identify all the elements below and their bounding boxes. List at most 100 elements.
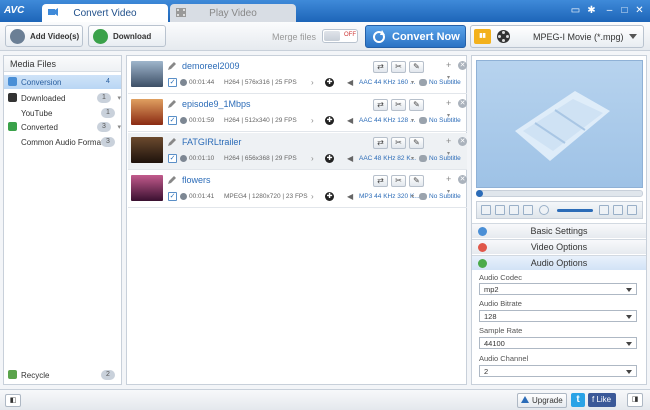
add-icon[interactable]: + — [446, 174, 451, 184]
file-row[interactable]: FATGIRLtrailer ✓ 00:01:10 H264 | 656x368… — [128, 133, 467, 170]
chevron-down-icon[interactable]: ▾ — [117, 94, 121, 102]
trim-button[interactable]: ✂ — [391, 61, 406, 73]
stop-icon[interactable] — [495, 205, 505, 215]
twitter-icon[interactable]: t — [571, 393, 585, 407]
chevron-down-icon[interactable]: ▾ — [447, 188, 450, 195]
layout-toggle-icon[interactable]: ◨ — [627, 393, 643, 407]
chevron-down-icon[interactable]: ▾ — [411, 193, 414, 200]
trim-button[interactable]: ✂ — [391, 175, 406, 187]
file-checkbox[interactable]: ✓ — [168, 192, 177, 201]
volume-slider[interactable] — [557, 209, 593, 212]
sidebar-item-youtube[interactable]: YouTube 1 — [4, 106, 121, 120]
chevron-down-icon[interactable]: ▾ — [447, 150, 450, 157]
sidebar-item-converted[interactable]: Converted 3 ▾ — [4, 120, 121, 134]
add-icon[interactable]: + — [446, 98, 451, 108]
chat-icon[interactable]: ▭ — [570, 5, 581, 16]
settings-button[interactable]: ✎ — [409, 137, 424, 149]
convert-file-button[interactable]: ⇄ — [373, 99, 388, 111]
file-name[interactable]: demoreel2009 — [182, 61, 240, 71]
chevron-down-icon[interactable]: ▾ — [447, 74, 450, 81]
seek-handle[interactable] — [476, 190, 483, 197]
convert-now-button[interactable]: Convert Now — [365, 25, 466, 48]
edit-icon[interactable] — [168, 100, 176, 108]
prev-frame-icon[interactable] — [509, 205, 519, 215]
sidebar-item-downloaded[interactable]: Downloaded 1 ▾ — [4, 91, 121, 105]
sidebar-item-recycle[interactable]: Recycle 2 — [4, 368, 121, 382]
audio-options-header[interactable]: Audio Options — [472, 255, 646, 270]
volume-icon[interactable] — [539, 205, 549, 215]
audio-track-select[interactable]: AAC 44 KHz 160 ... — [359, 79, 415, 86]
subtitle-select[interactable]: No Subtitle — [429, 117, 461, 124]
seek-bar[interactable] — [476, 190, 643, 197]
edit-icon[interactable] — [168, 138, 176, 146]
tab-convert-video[interactable]: Convert Video — [42, 4, 168, 22]
chevron-down-icon[interactable]: ▾ — [447, 112, 450, 119]
video-thumbnail[interactable] — [131, 61, 163, 87]
trim-button[interactable]: ✂ — [391, 137, 406, 149]
maximize-icon[interactable]: □ — [619, 5, 630, 16]
video-thumbnail[interactable] — [131, 175, 163, 201]
upgrade-button[interactable]: Upgrade — [517, 393, 567, 408]
file-name[interactable]: FATGIRLtrailer — [182, 137, 241, 147]
merge-toggle[interactable]: OFF — [322, 29, 358, 43]
remove-icon[interactable]: ✕ — [458, 175, 467, 184]
sample-rate-select[interactable]: 44100 — [479, 337, 637, 349]
remove-icon[interactable]: ✕ — [458, 99, 467, 108]
effects-icon[interactable]: ✚ — [325, 192, 334, 201]
subtitle-select[interactable]: No Subtitle — [429, 79, 461, 86]
file-name[interactable]: episode9_1Mbps — [182, 99, 251, 109]
gear-icon[interactable]: ✱ — [586, 5, 597, 16]
edit-icon[interactable] — [168, 62, 176, 70]
edit-icon[interactable] — [168, 176, 176, 184]
facebook-like-button[interactable]: f Like — [588, 393, 616, 407]
add-icon[interactable]: + — [446, 136, 451, 146]
trim-button[interactable]: ✂ — [391, 99, 406, 111]
convert-file-button[interactable]: ⇄ — [373, 175, 388, 187]
toggle-sidebar-icon[interactable]: ◧ — [5, 394, 21, 407]
convert-file-button[interactable]: ⇄ — [373, 61, 388, 73]
file-name[interactable]: flowers — [182, 175, 211, 185]
tab-play-video[interactable]: Play Video — [170, 4, 296, 22]
file-checkbox[interactable]: ✓ — [168, 116, 177, 125]
effects-icon[interactable]: ✚ — [325, 78, 334, 87]
settings-button[interactable]: ✎ — [409, 99, 424, 111]
audio-channel-select[interactable]: 2 — [479, 365, 637, 377]
settings-button[interactable]: ✎ — [409, 61, 424, 73]
close-icon[interactable]: ✕ — [634, 5, 645, 16]
video-thumbnail[interactable] — [131, 137, 163, 163]
chevron-down-icon[interactable]: ▾ — [411, 117, 414, 124]
minimize-icon[interactable]: – — [604, 5, 615, 16]
sidebar-item-conversion[interactable]: Conversion 4 — [4, 75, 121, 89]
remove-icon[interactable]: ✕ — [458, 61, 467, 70]
chevron-down-icon[interactable]: ▾ — [411, 155, 414, 162]
format-category-icon[interactable]: ▮▮ — [474, 29, 491, 44]
add-videos-button[interactable]: Add Video(s) — [5, 25, 83, 47]
file-row[interactable]: flowers ✓ 00:01:41 MPEG4 | 1280x720 | 23… — [128, 171, 467, 208]
video-options-header[interactable]: Video Options — [472, 239, 646, 254]
chevron-down-icon[interactable]: ▾ — [411, 79, 414, 86]
audio-codec-select[interactable]: mp2 — [479, 283, 637, 295]
next-frame-icon[interactable] — [523, 205, 533, 215]
snapshot-icon[interactable] — [599, 205, 609, 215]
file-row[interactable]: demoreel2009 ✓ 00:01:44 H264 | 576x316 |… — [128, 57, 467, 94]
output-format-select[interactable]: ▮▮ MPEG-I Movie (*.mpg) — [470, 25, 644, 48]
effects-icon[interactable]: ✚ — [325, 154, 334, 163]
tools-icon[interactable] — [627, 205, 637, 215]
chevron-down-icon[interactable]: ▾ — [117, 123, 121, 131]
file-checkbox[interactable]: ✓ — [168, 78, 177, 87]
basic-settings-header[interactable]: Basic Settings — [472, 223, 646, 238]
settings-button[interactable]: ✎ — [409, 175, 424, 187]
subtitle-select[interactable]: No Subtitle — [429, 193, 461, 200]
effects-icon[interactable]: ✚ — [325, 116, 334, 125]
audio-bitrate-select[interactable]: 128 — [479, 310, 637, 322]
sidebar-item-common-audio-formats[interactable]: Common Audio Formats 3 — [4, 135, 121, 149]
fullscreen-icon[interactable] — [613, 205, 623, 215]
download-button[interactable]: Download — [88, 25, 166, 47]
add-icon[interactable]: + — [446, 60, 451, 70]
audio-track-select[interactable]: AAC 48 KHz 82 K... — [359, 155, 416, 162]
video-thumbnail[interactable] — [131, 99, 163, 125]
audio-track-select[interactable]: AAC 44 KHz 128 ... — [359, 117, 415, 124]
play-icon[interactable] — [481, 205, 491, 215]
remove-icon[interactable]: ✕ — [458, 137, 467, 146]
file-row[interactable]: episode9_1Mbps ✓ 00:01:59 H264 | 512x340… — [128, 95, 467, 132]
